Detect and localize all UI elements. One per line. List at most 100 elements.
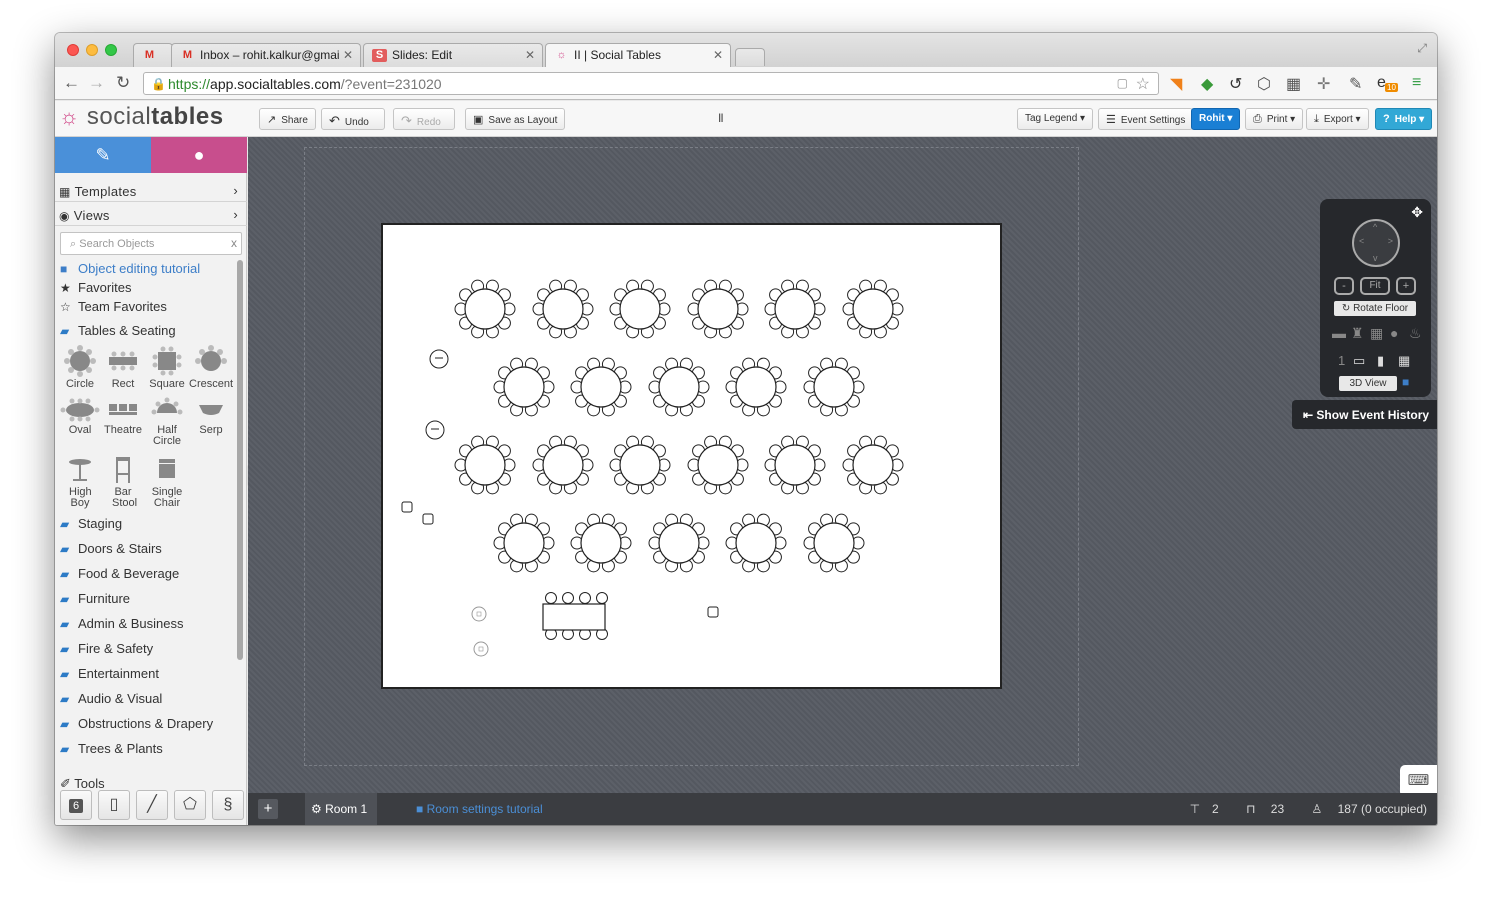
floor-number[interactable]: 1: [1338, 353, 1345, 368]
share-button[interactable]: ↗ Share: [259, 108, 316, 130]
round-table[interactable]: [687, 279, 749, 339]
round-table[interactable]: [532, 435, 594, 495]
room-tutorial-link[interactable]: ■ Room settings tutorial: [416, 802, 543, 816]
round-table[interactable]: [648, 513, 710, 573]
address-bar[interactable]: 🔒 https://app.socialtables.com/?event=23…: [143, 72, 1159, 95]
save-layout-button[interactable]: ▣ Save as Layout: [465, 108, 565, 130]
team-favorites-item[interactable]: ☆ Team Favorites: [60, 299, 167, 314]
pan-left-icon[interactable]: <: [1359, 236, 1364, 246]
move-panel-icon[interactable]: ✥: [1411, 204, 1423, 221]
briefcase-icon[interactable]: ▬: [1332, 325, 1346, 341]
event-settings-button[interactable]: ☰ Event Settings: [1098, 108, 1194, 130]
round-table[interactable]: [725, 513, 787, 573]
number-tool[interactable]: 6: [60, 790, 92, 820]
tab-slides[interactable]: S Slides: Edit ✕: [363, 43, 543, 67]
pan-control[interactable]: ^ < > v: [1352, 219, 1400, 267]
fullscreen-icon[interactable]: ⤢: [1417, 41, 1427, 56]
round-table[interactable]: [454, 279, 516, 339]
rect-table-filter-icon[interactable]: ▭: [1353, 353, 1365, 369]
high-boy[interactable]: [425, 420, 445, 440]
round-table[interactable]: [764, 279, 826, 339]
square-table-object[interactable]: Square: [145, 343, 189, 390]
single-chair[interactable]: [401, 501, 413, 513]
category-food-beverage[interactable]: ▰ Food & Beverage: [60, 566, 179, 581]
round-table[interactable]: [842, 279, 904, 339]
bar-stool-object[interactable]: Bar Stool: [101, 455, 145, 509]
category-furniture[interactable]: ▰ Furniture: [60, 591, 130, 606]
zoom-out-button[interactable]: -: [1334, 277, 1354, 295]
pause-icon[interactable]: II: [718, 111, 724, 125]
high-boy-object[interactable]: High Boy: [58, 455, 102, 509]
back-arrow-icon[interactable]: ←: [63, 73, 80, 93]
crosshair-icon[interactable]: ✛: [1317, 74, 1330, 94]
serp-table-object[interactable]: Serp: [189, 395, 233, 436]
round-table[interactable]: [725, 357, 787, 417]
export-button[interactable]: ⤓ Export ▾: [1306, 108, 1369, 130]
round-table[interactable]: [803, 513, 865, 573]
minimize-window-button[interactable]: [86, 44, 98, 56]
eyedropper-icon[interactable]: ✎: [1349, 74, 1362, 94]
redo-button[interactable]: ↷ Redo: [393, 108, 455, 130]
category-obstructions-drapery[interactable]: ▰ Obstructions & Drapery: [60, 716, 213, 731]
views-menu[interactable]: ◉ Views ›: [55, 203, 247, 226]
ghostery-icon[interactable]: e 10: [1377, 74, 1398, 92]
grid-extension-icon[interactable]: ▦: [1286, 74, 1301, 94]
fit-button[interactable]: Fit: [1360, 277, 1390, 295]
video-camera-icon[interactable]: ■: [1402, 375, 1409, 389]
close-window-button[interactable]: [67, 44, 79, 56]
polygon-tool[interactable]: ⬠: [174, 790, 206, 820]
zoom-in-button[interactable]: +: [1396, 277, 1416, 295]
guest-mode-tab[interactable]: ●: [151, 137, 247, 173]
half-circle-table-object[interactable]: Half Circle: [145, 395, 189, 447]
bar-stool[interactable]: [473, 641, 489, 657]
round-table[interactable]: [803, 357, 865, 417]
add-room-button[interactable]: +: [258, 799, 278, 819]
rect-table-object[interactable]: Rect: [101, 343, 145, 390]
single-chair[interactable]: [422, 513, 434, 525]
pan-down-icon[interactable]: v: [1373, 253, 1378, 263]
line-tool[interactable]: ╱: [136, 790, 168, 820]
oval-table-object[interactable]: Oval: [58, 395, 102, 436]
theatre-object[interactable]: Theatre: [101, 395, 145, 436]
crescent-table-object[interactable]: Crescent: [189, 343, 233, 390]
table-grid-icon[interactable]: ▦: [1370, 325, 1383, 342]
edit-mode-tab[interactable]: ✎: [55, 137, 151, 173]
tab-gmail-pinned[interactable]: M: [133, 43, 173, 67]
path-tool[interactable]: §: [212, 790, 244, 820]
undo-button[interactable]: ↶ Undo: [321, 108, 385, 130]
single-chair-object[interactable]: Single Chair: [145, 455, 189, 509]
round-table[interactable]: [842, 435, 904, 495]
tables-seating-folder[interactable]: ▰ Tables & Seating: [60, 323, 176, 338]
round-table[interactable]: [648, 357, 710, 417]
round-table[interactable]: [493, 357, 555, 417]
category-staging[interactable]: ▰ Staging: [60, 516, 122, 531]
category-audio-visual[interactable]: ▰ Audio & Visual: [60, 691, 162, 706]
close-tab-icon[interactable]: ✕: [713, 48, 723, 62]
3d-view-button[interactable]: 3D View: [1339, 376, 1397, 391]
high-boy[interactable]: [429, 349, 449, 369]
pan-up-icon[interactable]: ^: [1373, 222, 1377, 232]
pan-right-icon[interactable]: >: [1388, 236, 1393, 246]
round-table[interactable]: [609, 435, 671, 495]
category-doors-stairs[interactable]: ▰ Doors & Stairs: [60, 541, 162, 556]
rss-icon[interactable]: ◥: [1170, 74, 1182, 94]
chair-icon[interactable]: ♜: [1351, 325, 1364, 342]
user-menu-button[interactable]: Rohit ▾: [1191, 108, 1241, 130]
zoom-window-button[interactable]: [105, 44, 117, 56]
fire-icon[interactable]: ♨: [1409, 325, 1422, 342]
search-objects-input[interactable]: ⌕ Search Objects x: [60, 232, 242, 255]
room-tab[interactable]: ⚙ Room 1: [305, 793, 377, 825]
print-button[interactable]: ⎙ Print ▾: [1245, 108, 1304, 130]
round-table[interactable]: [764, 435, 826, 495]
object-tutorial-link[interactable]: ■ Object editing tutorial: [60, 261, 200, 276]
single-chair[interactable]: [707, 606, 719, 618]
favorites-item[interactable]: ★ Favorites: [60, 280, 131, 295]
banquet-table[interactable]: [542, 592, 608, 640]
chair-filter-icon[interactable]: ▮: [1377, 353, 1384, 369]
grid-filter-icon[interactable]: ▦: [1398, 353, 1410, 369]
category-fire-safety[interactable]: ▰ Fire & Safety: [60, 641, 153, 656]
round-table[interactable]: [570, 357, 632, 417]
show-event-history-button[interactable]: ⇤ Show Event History: [1292, 400, 1437, 429]
close-tab-icon[interactable]: ✕: [525, 48, 535, 62]
round-table[interactable]: [454, 435, 516, 495]
